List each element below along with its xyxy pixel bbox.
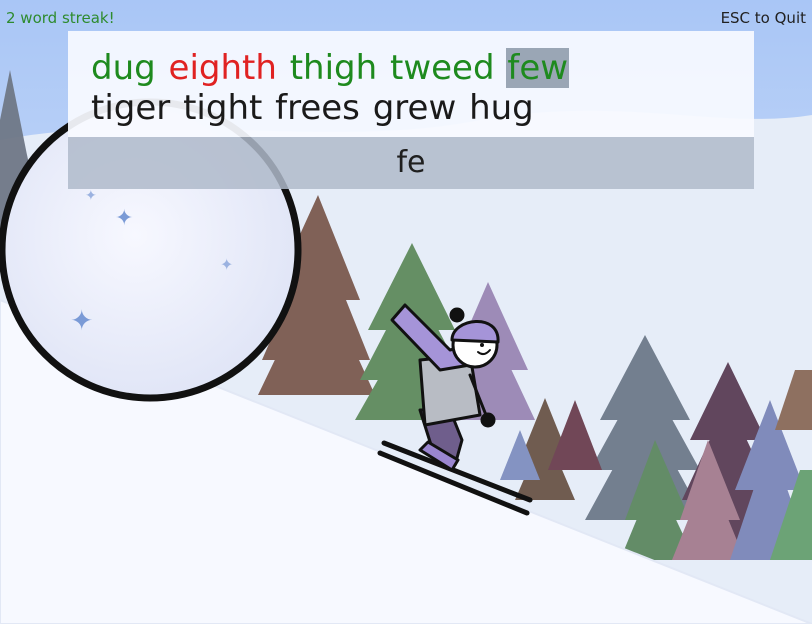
word: dug xyxy=(91,48,156,88)
sparkle-icon: ✦ xyxy=(220,255,233,274)
word: tiger xyxy=(91,88,171,128)
word-line-2: tiger tight frees grew hug xyxy=(90,88,535,128)
streak-counter: 2 word streak! xyxy=(6,9,115,27)
word: tight xyxy=(183,88,263,128)
sparkle-icon: ✦ xyxy=(70,304,93,337)
word: eighth xyxy=(168,48,277,88)
glove xyxy=(480,412,496,428)
word: thigh xyxy=(289,48,378,88)
quit-hint: ESC to Quit xyxy=(720,9,806,27)
typed-text: fe xyxy=(396,145,426,180)
word: frees xyxy=(275,88,360,128)
typing-input[interactable]: fe xyxy=(68,137,754,189)
word: grew xyxy=(372,88,457,128)
eye xyxy=(480,343,484,347)
current-word: few xyxy=(506,48,570,88)
word-panel: dug eighth thigh tweed few tiger tight f… xyxy=(68,31,754,137)
word-line-1: dug eighth thigh tweed few xyxy=(90,48,570,88)
sparkle-icon: ✦ xyxy=(115,206,133,231)
word: hug xyxy=(469,88,534,128)
word: tweed xyxy=(390,48,495,88)
pompom xyxy=(449,307,465,323)
sparkle-icon: ✦ xyxy=(85,188,97,204)
